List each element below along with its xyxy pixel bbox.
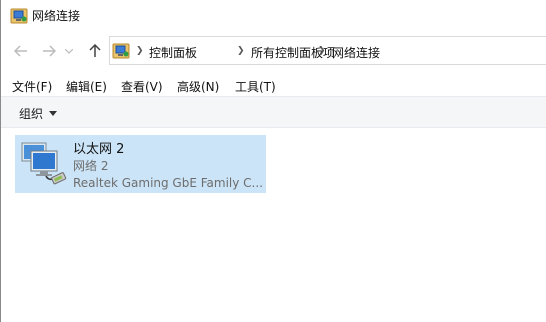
chevron-down-icon xyxy=(49,111,58,116)
navigation-row: ❯ 控制面板 ❯ 所有控制面板项 ❯ 网络连接 xyxy=(1,35,546,67)
list-item[interactable]: 以太网 2 网络 2 Realtek Gaming GbE Family C..… xyxy=(15,135,266,193)
window-title: 网络连接 xyxy=(32,9,81,23)
connection-name: 以太网 2 xyxy=(73,142,125,157)
breadcrumb-separator-icon[interactable]: ❯ xyxy=(237,46,245,56)
breadcrumb-separator-icon[interactable]: ❯ xyxy=(136,46,144,56)
control-panel-icon xyxy=(112,42,130,60)
connection-network: 网络 2 xyxy=(73,159,109,173)
menu-edit[interactable]: 编辑(E) xyxy=(66,78,107,95)
command-bar: 组织 xyxy=(1,96,546,128)
menu-tools[interactable]: 工具(T) xyxy=(235,78,276,95)
network-adapter-icon xyxy=(18,140,68,188)
organize-label: 组织 xyxy=(19,107,44,121)
back-arrow-icon[interactable] xyxy=(11,41,31,61)
organize-button[interactable]: 组织 xyxy=(19,105,58,122)
up-arrow-icon[interactable] xyxy=(85,41,105,61)
breadcrumb-separator-icon[interactable]: ❯ xyxy=(318,46,326,56)
menu-advanced[interactable]: 高级(N) xyxy=(177,78,219,95)
address-bar[interactable]: ❯ 控制面板 ❯ 所有控制面板项 ❯ 网络连接 xyxy=(109,36,546,65)
network-connections-icon xyxy=(10,7,28,25)
menu-bar: 文件(F) 编辑(E) 查看(V) 高级(N) 工具(T) xyxy=(1,72,546,96)
menu-file[interactable]: 文件(F) xyxy=(12,78,52,95)
breadcrumb-network-connections[interactable]: 网络连接 xyxy=(332,44,380,61)
network-connections-window: 网络连接 ❯ 控制面板 ❯ 所有控制面板项 ❯ 网络连接 文件(F) 编辑(E)… xyxy=(0,0,546,322)
menu-view[interactable]: 查看(V) xyxy=(121,78,163,95)
recent-locations-chevron-down-icon[interactable] xyxy=(63,41,75,61)
connection-device: Realtek Gaming GbE Family C... xyxy=(73,176,263,190)
breadcrumb-control-panel[interactable]: 控制面板 xyxy=(149,44,197,61)
connections-list: 以太网 2 网络 2 Realtek Gaming GbE Family C..… xyxy=(1,128,546,322)
title-bar: 网络连接 xyxy=(1,0,546,32)
forward-arrow-icon[interactable] xyxy=(39,41,59,61)
